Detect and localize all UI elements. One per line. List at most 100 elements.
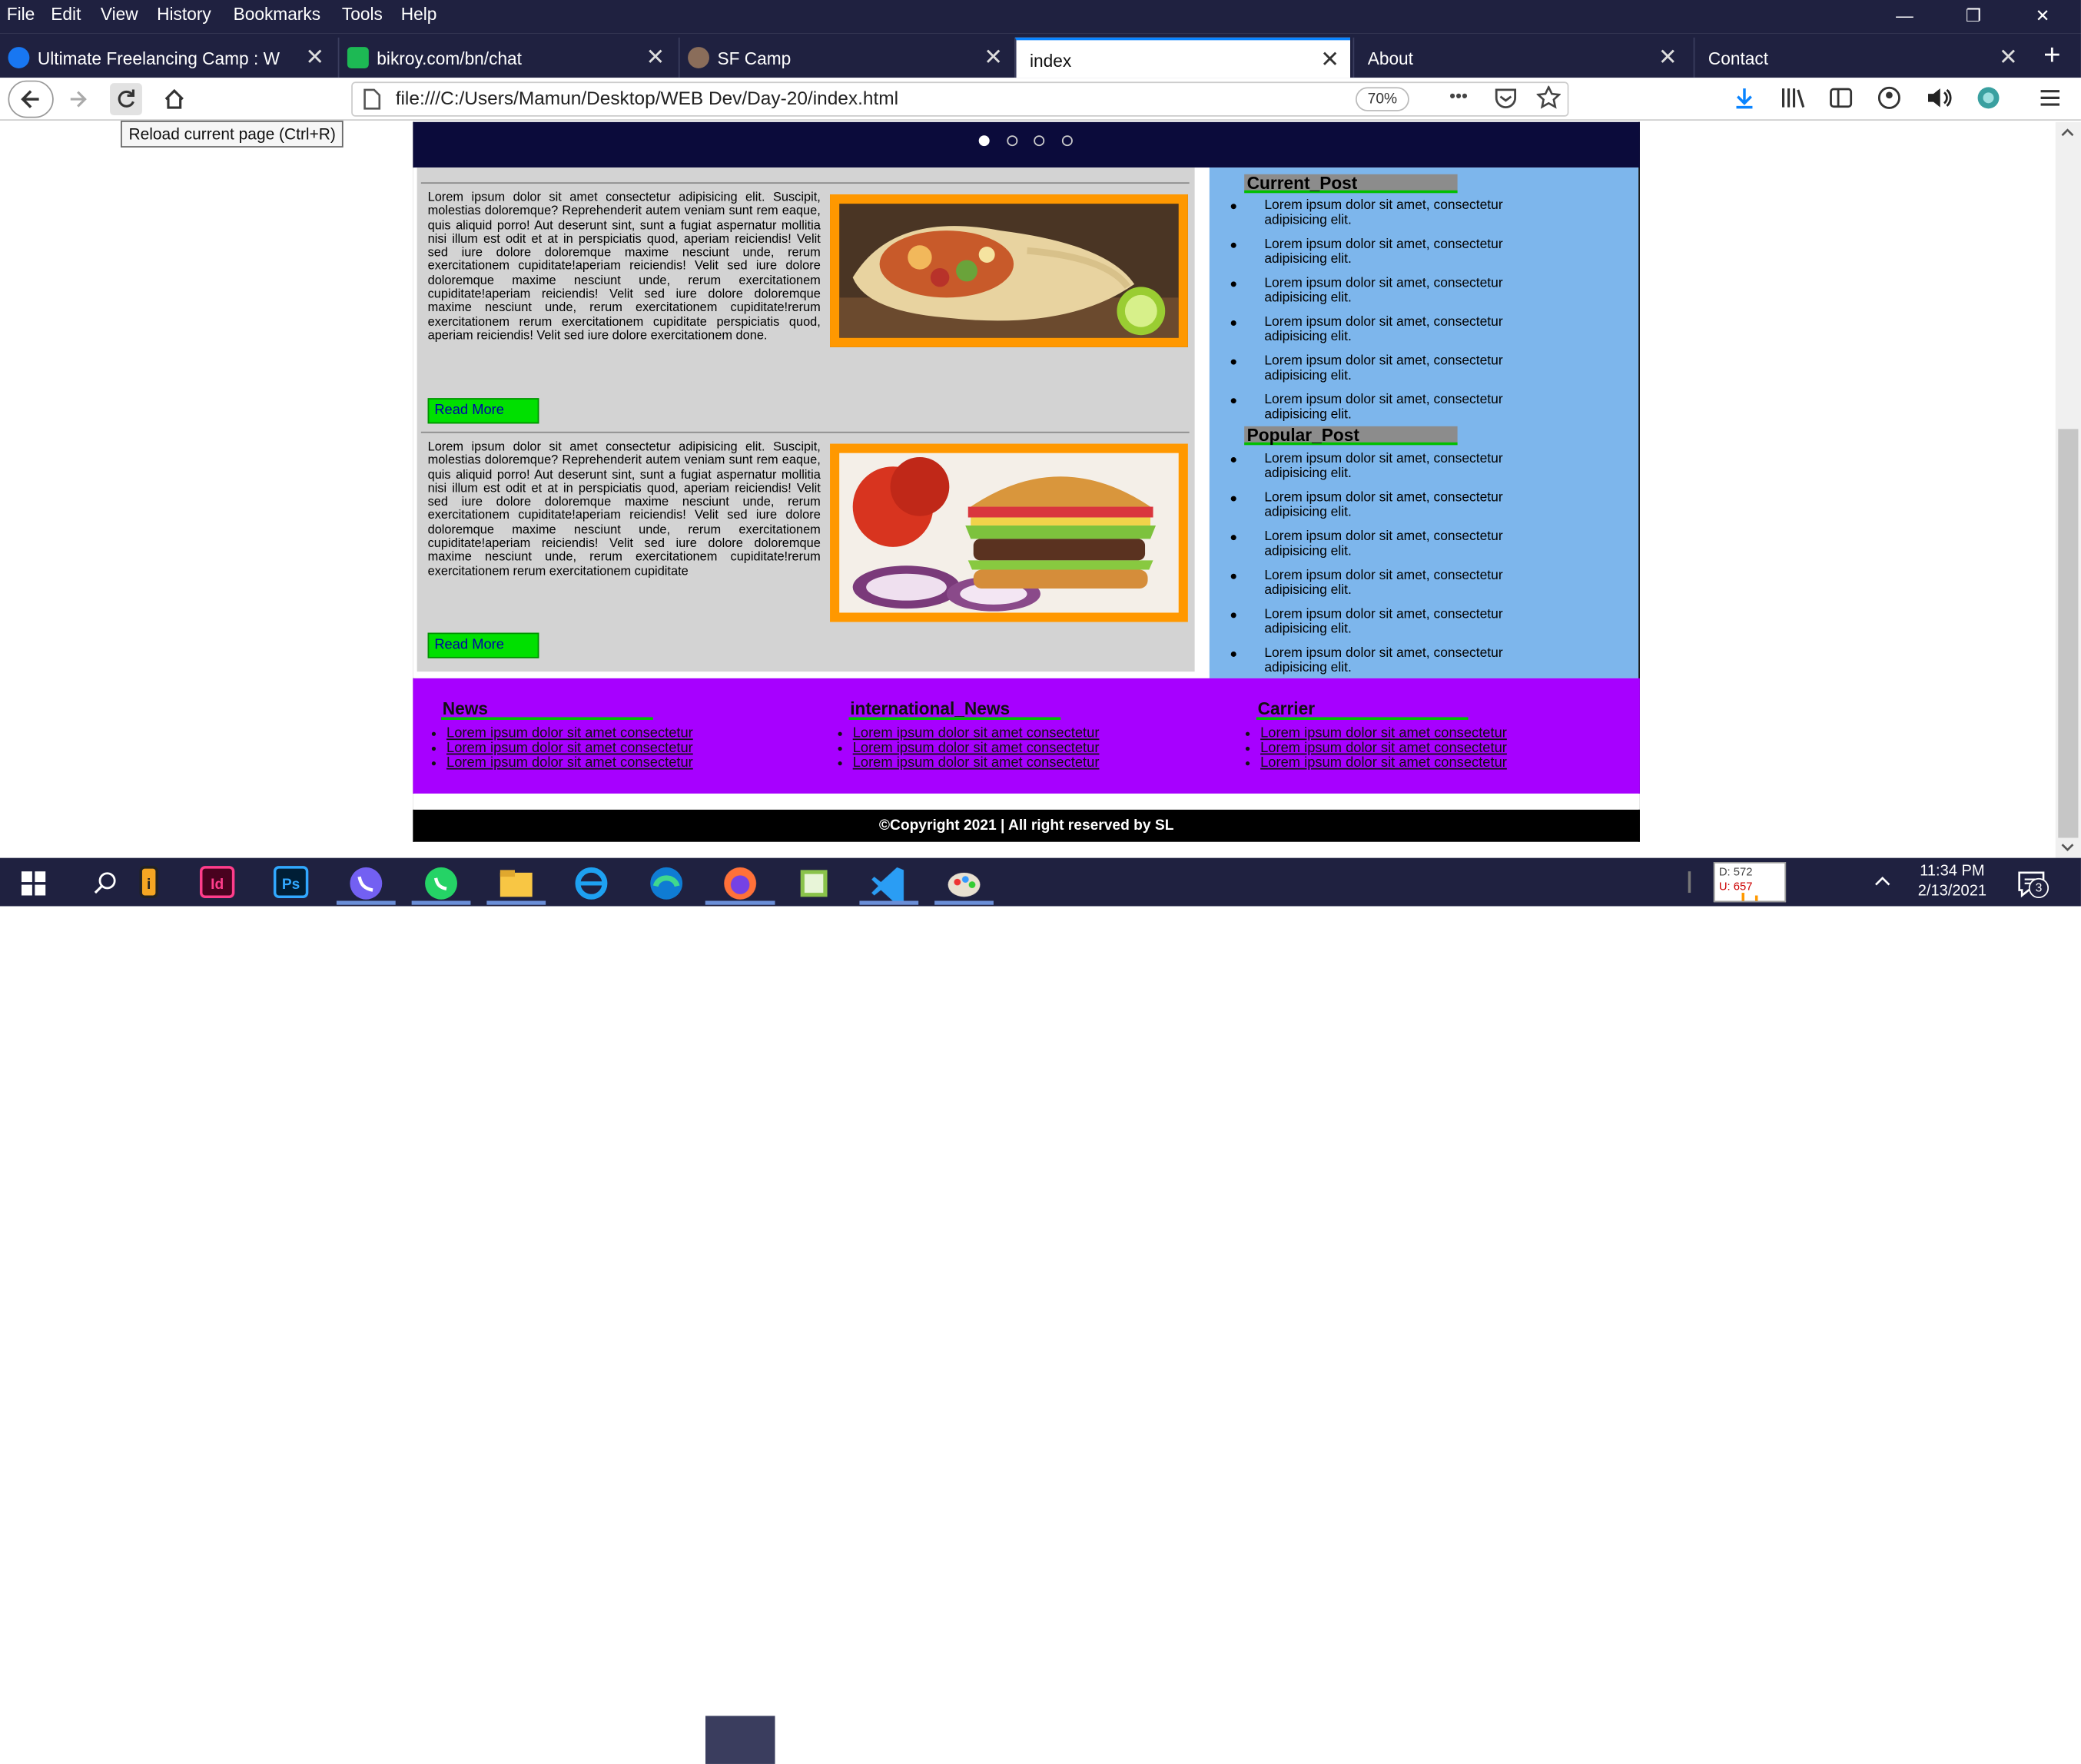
footer-link[interactable]: Lorem ipsum dolor sit amet consectetur [1245,726,1507,741]
footer-link[interactable]: Lorem ipsum dolor sit amet consectetur [431,726,693,741]
read-more-button[interactable]: Read More [427,632,539,658]
close-tab-icon[interactable]: ✕ [646,45,665,71]
image-slider [413,121,1640,168]
restore-button[interactable]: ❐ [1966,5,1981,27]
hamburger-menu-icon[interactable] [2038,86,2062,110]
footer-link[interactable]: Lorem ipsum dolor sit amet consectetur [431,755,693,771]
footer-heading-carrier: Carrier [1256,700,1469,720]
running-indicator [705,900,775,905]
close-window-button[interactable]: ✕ [2036,5,2050,27]
page-actions-button[interactable]: ••• [1449,86,1468,106]
bookmark-star-icon[interactable] [1536,85,1561,110]
slider-dot[interactable] [1034,135,1045,147]
firefox-active-bg [705,1716,775,1764]
scroll-down-icon[interactable] [2059,841,2076,854]
menu-file[interactable]: File [7,4,35,24]
menu-help[interactable]: Help [401,4,437,24]
zoom-indicator[interactable]: 70% [1355,87,1409,111]
slider-dot[interactable] [1061,135,1073,147]
footer-link[interactable]: Lorem ipsum dolor sit amet consectetur [1245,741,1507,756]
tab-contact[interactable]: Contact ✕ [1693,37,2029,78]
edge-icon[interactable] [648,864,685,902]
close-tab-icon[interactable]: ✕ [305,45,324,71]
app-i-icon[interactable]: i [139,866,158,899]
read-more-button[interactable]: Read More [427,398,539,424]
new-tab-button[interactable]: + [2043,38,2060,72]
scroll-up-icon[interactable] [2059,126,2076,139]
footer-link[interactable]: Lorem ipsum dolor sit amet consectetur [1245,755,1507,771]
notepad-icon[interactable] [796,866,831,900]
indesign-icon[interactable]: Id [199,866,235,899]
download-icon[interactable] [1732,86,1756,110]
menu-edit[interactable]: Edit [51,4,81,24]
footer-heading-news: News [441,700,653,720]
tab-bikroy-chat[interactable]: bikroy.com/bn/chat ✕ [337,37,676,78]
windows-start-icon[interactable] [21,871,46,896]
minimize-button[interactable]: — [1896,5,1913,25]
notification-count-badge: 3 [2028,877,2049,899]
extension-icon[interactable] [1976,86,2000,110]
file-explorer-icon[interactable] [497,866,535,900]
close-tab-icon[interactable]: ✕ [1320,47,1339,74]
tab-about[interactable]: About ✕ [1352,37,1688,78]
current-post-item: Lorem ipsum dolor sit amet, consectetur … [1230,198,1559,228]
vscode-icon[interactable] [870,864,908,903]
photoshop-icon[interactable]: Ps [273,866,309,899]
slider-dot-active[interactable] [978,135,990,147]
running-indicator [859,900,919,905]
paint-icon[interactable] [945,864,983,902]
tab-bar: Ultimate Freelancing Camp : W ✕ bikroy.c… [0,33,2081,78]
firefox-icon[interactable] [722,864,759,902]
page-icon [363,88,381,110]
tab-index[interactable]: index ✕ [1014,37,1351,78]
close-tab-icon[interactable]: ✕ [1658,45,1678,71]
viber-icon[interactable] [347,864,385,902]
footer-link[interactable]: Lorem ipsum dolor sit amet consectetur [838,726,1099,741]
home-button[interactable] [158,83,191,115]
internet-explorer-icon[interactable] [573,864,610,902]
tab-label: bikroy.com/bn/chat [377,48,522,68]
footer-gap [413,793,1640,810]
footer-link[interactable]: Lorem ipsum dolor sit amet consectetur [431,741,693,756]
scrollbar-thumb[interactable] [2058,429,2079,838]
system-clock[interactable]: 11:34 PM 2/13/2021 [1904,862,2001,902]
tab-label: Contact [1708,48,1769,68]
sidebar-icon[interactable] [1829,86,1853,110]
footer-link[interactable]: Lorem ipsum dolor sit amet consectetur [838,741,1099,756]
current-post-item: Lorem ipsum dolor sit amet, consectetur … [1230,315,1559,344]
menu-view[interactable]: View [101,4,138,24]
back-button[interactable] [8,80,54,118]
popular-post-item: Lorem ipsum dolor sit amet, consectetur … [1230,569,1559,598]
tab-freelancing-camp[interactable]: Ultimate Freelancing Camp : W ✕ [0,38,335,78]
url-text[interactable]: file:///C:/Users/Mamun/Desktop/WEB Dev/D… [396,87,898,108]
copyright-bar: ©Copyright 2021 | All right reserved by … [413,809,1640,842]
library-icon[interactable] [1781,86,1807,110]
forward-button[interactable] [61,83,94,115]
network-meter-widget[interactable]: D: 572 U: 657 [1713,861,1787,903]
float-spacer [821,191,1183,358]
account-icon[interactable] [1877,86,1901,110]
whatsapp-icon[interactable] [423,864,460,902]
close-tab-icon[interactable]: ✕ [984,45,1003,71]
menu-history[interactable]: History [157,4,211,24]
footer-link[interactable]: Lorem ipsum dolor sit amet consectetur [838,755,1099,771]
running-indicator [934,900,994,905]
reload-button[interactable] [110,83,142,116]
tab-sf-camp[interactable]: SF Camp ✕ [678,37,1014,78]
article-body: Lorem ipsum dolor sit amet consectetur a… [427,438,821,578]
slider-dot[interactable] [1007,135,1018,147]
menu-tools[interactable]: Tools [342,4,383,24]
forward-arrow-icon [70,91,87,108]
menu-bookmarks[interactable]: Bookmarks [234,4,320,24]
close-tab-icon[interactable]: ✕ [1999,45,2018,71]
speaker-icon[interactable] [1926,86,1953,110]
footer-heading-international-news: international_News [848,700,1061,720]
running-indicator [486,900,546,905]
pocket-icon[interactable] [1494,86,1518,110]
tab-label: index [1030,51,1072,71]
divider [420,431,1190,433]
show-hidden-icons-icon[interactable] [1873,874,1891,887]
search-icon[interactable] [94,871,118,895]
popular-post-item: Lorem ipsum dolor sit amet, consectetur … [1230,491,1559,520]
article-text: Lorem ipsum dolor sit amet consectetur a… [428,190,1183,358]
